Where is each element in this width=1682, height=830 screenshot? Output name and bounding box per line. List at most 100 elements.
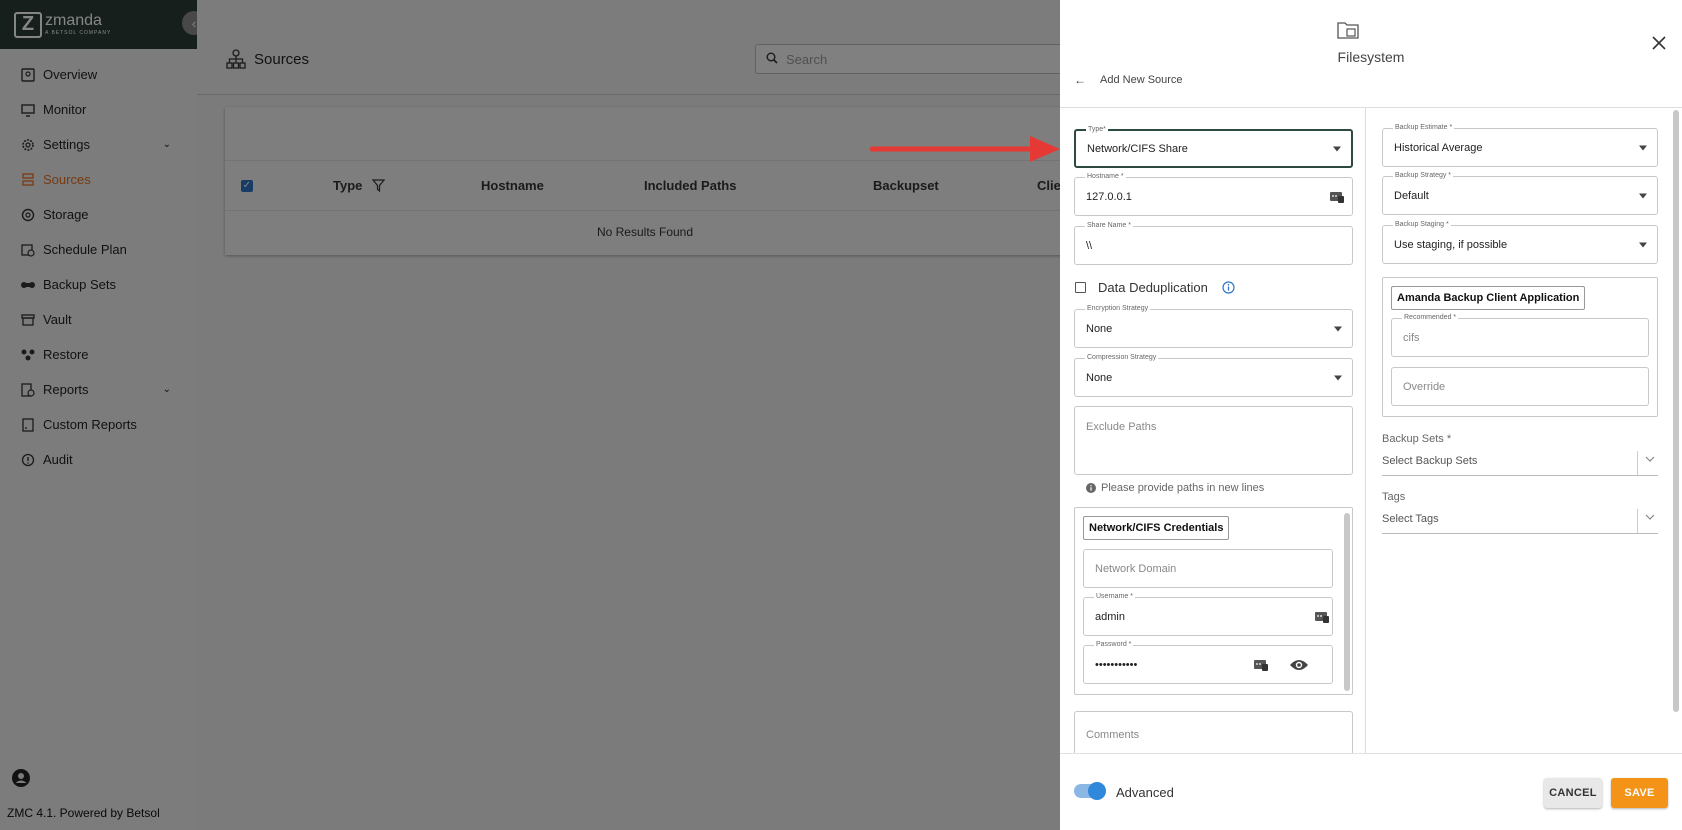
sidebar-item-restore[interactable]: Restore xyxy=(0,337,197,372)
dropdown-arrow-icon xyxy=(1334,326,1342,331)
empty-state-text: No Results Found xyxy=(596,225,694,239)
column-hostname[interactable]: Hostname xyxy=(481,178,544,193)
info-icon[interactable] xyxy=(1222,281,1235,294)
sidebar-item-label: Overview xyxy=(43,67,98,82)
search-placeholder: Search xyxy=(786,51,828,67)
data-deduplication-checkbox[interactable] xyxy=(1075,282,1086,293)
field-label: Share Name * xyxy=(1085,221,1133,231)
sidebar-item-overview[interactable]: Overview xyxy=(0,57,197,92)
back-button[interactable]: ← Add New Source xyxy=(1074,73,1183,87)
credentials-scrollbar[interactable] xyxy=(1344,513,1350,691)
backup-sets-select[interactable]: Backup Sets * Select Backup Sets xyxy=(1382,433,1658,476)
sidebar-item-custom-reports[interactable]: Custom Reports xyxy=(0,407,197,442)
encryption-strategy-select[interactable]: Encryption Strategy None xyxy=(1074,304,1353,348)
advanced-label: Advanced xyxy=(1116,785,1174,800)
dropdown-arrow-icon xyxy=(1334,375,1342,380)
cancel-button[interactable]: CANCEL xyxy=(1544,778,1602,808)
field-label: Backup Sets * xyxy=(1382,433,1452,445)
filter-icon[interactable] xyxy=(372,179,386,192)
sidebar-item-audit[interactable]: Audit xyxy=(0,442,197,477)
sidebar-item-label: Custom Reports xyxy=(43,417,137,432)
select-separator xyxy=(1637,509,1638,533)
field-label: Password * xyxy=(1094,640,1134,650)
sidebar-item-backup-sets[interactable]: Backup Sets xyxy=(0,267,197,302)
field-label: Recommended * xyxy=(1402,313,1459,323)
sidebar-item-label: Monitor xyxy=(43,102,87,117)
sidebar-item-vault[interactable]: Vault xyxy=(0,302,197,337)
dropdown-arrow-icon xyxy=(1639,242,1647,247)
field-label: Compression Strategy xyxy=(1085,353,1159,363)
advanced-toggle[interactable] xyxy=(1074,782,1106,800)
dropdown-arrow-icon xyxy=(1333,146,1341,151)
search-input[interactable]: Search xyxy=(755,44,1065,74)
select-all-checkbox[interactable]: ✓ xyxy=(241,179,253,192)
sidebar-item-monitor[interactable]: Monitor xyxy=(0,92,197,127)
exclude-paths-textarea[interactable]: Exclude Paths xyxy=(1074,406,1353,475)
column-divider xyxy=(1365,108,1366,753)
backup-estimate-select[interactable]: Backup Estimate * Historical Average xyxy=(1382,123,1658,167)
column-included-paths[interactable]: Included Paths xyxy=(644,178,736,193)
close-icon[interactable] xyxy=(1652,36,1666,50)
save-button[interactable]: SAVE xyxy=(1611,778,1668,808)
share-name-field[interactable]: Share Name * \\ xyxy=(1074,221,1353,265)
select-separator xyxy=(1637,451,1638,475)
compression-strategy-select[interactable]: Compression Strategy None xyxy=(1074,353,1353,397)
field-value: ••••••••••• xyxy=(1095,658,1138,671)
override-field[interactable]: Override xyxy=(1391,367,1649,406)
eye-icon[interactable] xyxy=(1289,658,1309,672)
sidebar-item-storage[interactable]: Storage xyxy=(0,197,197,232)
hostname-field[interactable]: Hostname * 127.0.0.1 xyxy=(1074,172,1353,216)
column-backupset[interactable]: Backupset xyxy=(873,178,939,193)
sidebar-item-schedule-plan[interactable]: Schedule Plan xyxy=(0,232,197,267)
tags-select[interactable]: Tags Select Tags xyxy=(1382,491,1658,534)
search-icon xyxy=(766,52,778,67)
backup-staging-select[interactable]: Backup Staging * Use staging, if possibl… xyxy=(1382,220,1658,264)
password-field[interactable]: Password * ••••••••••• xyxy=(1083,640,1333,684)
credential-key-icon[interactable] xyxy=(1315,611,1329,623)
exclude-paths-hint: Please provide paths in new lines xyxy=(1086,482,1264,494)
field-value: \\ xyxy=(1086,239,1093,252)
sidebar-nav: Overview Monitor Settings ⌄ Sources Stor… xyxy=(0,57,197,477)
credential-key-icon[interactable] xyxy=(1330,191,1344,203)
type-select[interactable]: Type* Network/CIFS Share xyxy=(1074,125,1353,168)
user-account-icon[interactable] xyxy=(11,768,31,788)
username-field[interactable]: Username * admin xyxy=(1083,592,1333,636)
sidebar-item-label: Restore xyxy=(43,347,89,362)
field-value: None xyxy=(1086,322,1113,335)
backup-strategy-select[interactable]: Backup Strategy * Default xyxy=(1382,171,1658,215)
field-label: Backup Estimate * xyxy=(1393,123,1455,133)
zmanda-logo-icon: Z xyxy=(14,11,42,38)
chevron-down-icon xyxy=(1645,456,1655,462)
field-value: None xyxy=(1086,371,1113,384)
audit-icon xyxy=(20,452,36,468)
column-type[interactable]: Type xyxy=(333,178,386,193)
column-client[interactable]: Clie xyxy=(1037,178,1061,193)
table-header: ✓ Type Hostname Included Paths Backupset… xyxy=(225,161,1065,211)
field-placeholder: Override xyxy=(1403,380,1446,393)
field-value: 127.0.0.1 xyxy=(1086,190,1132,203)
network-domain-field[interactable]: Network Domain xyxy=(1083,549,1333,588)
field-placeholder: Network Domain xyxy=(1095,562,1177,575)
field-label: Backup Staging * xyxy=(1393,220,1451,230)
credential-key-icon[interactable] xyxy=(1254,659,1268,671)
exclude-paths-placeholder: Exclude Paths xyxy=(1086,421,1157,433)
field-value: Historical Average xyxy=(1394,141,1483,154)
data-deduplication-row: Data Deduplication xyxy=(1075,280,1235,295)
dropdown-arrow-icon xyxy=(1639,145,1647,150)
sidebar-item-label: Reports xyxy=(43,382,89,397)
toggle-knob xyxy=(1088,782,1106,800)
brand-subtitle: A BETSOL COMPANY xyxy=(45,30,112,36)
sidebar-item-label: Settings xyxy=(43,137,90,152)
sidebar-item-reports[interactable]: Reports ⌄ xyxy=(0,372,197,407)
sidebar-item-sources[interactable]: Sources xyxy=(0,162,197,197)
drawer-header: Filesystem ← Add New Source xyxy=(1060,0,1682,108)
sidebar-item-label: Sources xyxy=(43,172,91,187)
storage-icon xyxy=(20,207,36,223)
drawer-scrollbar[interactable] xyxy=(1673,110,1679,712)
annotation-arrow-icon xyxy=(870,136,1060,162)
field-label: Username * xyxy=(1094,592,1135,602)
field-label: Encryption Strategy xyxy=(1085,304,1151,314)
sidebar-item-label: Storage xyxy=(43,207,89,222)
sidebar-item-settings[interactable]: Settings ⌄ xyxy=(0,127,197,162)
sidebar: Z zmanda A BETSOL COMPANY ‹ Overview Mon… xyxy=(0,0,206,830)
